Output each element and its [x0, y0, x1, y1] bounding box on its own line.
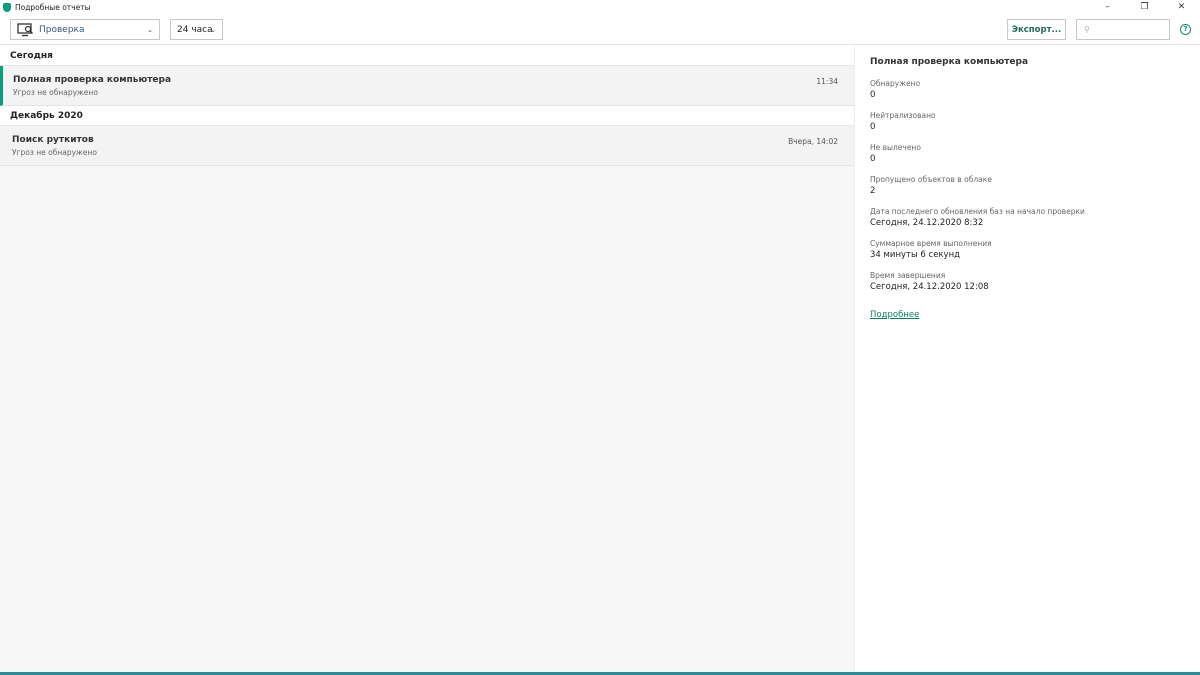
- details-title: Полная проверка компьютера: [870, 57, 1029, 67]
- field-value: 0: [870, 122, 876, 132]
- detail-field: Суммарное время выполнения 34 минуты 6 се…: [870, 238, 1190, 261]
- report-type-dropdown[interactable]: Проверка ⌄: [10, 19, 160, 40]
- app-shield-icon: [3, 2, 11, 12]
- search-input[interactable]: ⚲: [1076, 19, 1170, 40]
- field-value: Сегодня, 24.12.2020 12:08: [870, 282, 989, 292]
- group-header: Сегодня: [0, 46, 854, 66]
- list-item[interactable]: Полная проверка компьютера Угроз не обна…: [0, 66, 854, 106]
- field-label: Дата последнего обновления баз на начало…: [870, 207, 1085, 216]
- help-icon[interactable]: ?: [1180, 24, 1191, 35]
- field-label: Нейтрализовано: [870, 111, 936, 120]
- detail-field: Не вылечено 0: [870, 142, 1190, 165]
- minimize-button[interactable]: –: [1089, 0, 1126, 14]
- detail-field: Время завершения Сегодня, 24.12.2020 12:0…: [870, 270, 1190, 293]
- monitor-scan-icon: [17, 22, 33, 36]
- details-panel: Полная проверка компьютера Обнаружено 0 Н…: [870, 57, 1190, 321]
- item-time: 11:34: [816, 77, 838, 86]
- reports-list: Сегодня Полная проверка компьютера Угроз…: [0, 46, 855, 672]
- more-details-link[interactable]: Подробнее: [870, 310, 919, 320]
- detail-field: Дата последнего обновления баз на начало…: [870, 206, 1190, 229]
- field-value: 0: [870, 90, 876, 100]
- detail-field: Обнаружено 0: [870, 78, 1190, 101]
- item-title: Поиск руткитов: [12, 135, 94, 145]
- list-item[interactable]: Поиск руткитов Угроз не обнаружено Вчера…: [0, 126, 854, 166]
- field-label: Не вылечено: [870, 143, 921, 152]
- item-time: Вчера, 14:02: [788, 137, 838, 146]
- item-subtitle: Угроз не обнаружено: [13, 88, 98, 97]
- detail-field: Нейтрализовано 0: [870, 110, 1190, 133]
- field-value: Сегодня, 24.12.2020 8:32: [870, 218, 984, 228]
- chevron-down-icon: ⌄: [147, 25, 153, 34]
- field-label: Суммарное время выполнения: [870, 239, 992, 248]
- close-button[interactable]: ✕: [1163, 0, 1200, 14]
- item-title: Полная проверка компьютера: [13, 75, 172, 85]
- title-bar: Подробные отчеты – ❐ ✕: [0, 0, 1200, 14]
- export-button[interactable]: Экспорт...: [1007, 19, 1066, 40]
- toolbar: Проверка ⌄ 24 часа ⌄ Экспорт... ⚲ ?: [0, 14, 1200, 45]
- report-type-value: Проверка: [39, 24, 85, 35]
- group-header: Декабрь 2020: [0, 106, 854, 126]
- field-label: Пропущено объектов в облаке: [870, 175, 992, 184]
- field-value: 2: [870, 186, 876, 196]
- restore-button[interactable]: ❐: [1126, 0, 1163, 14]
- detail-field: Пропущено объектов в облаке 2: [870, 174, 1190, 197]
- field-value: 34 минуты 6 секунд: [870, 250, 961, 260]
- field-value: 0: [870, 154, 876, 164]
- period-dropdown[interactable]: 24 часа ⌄: [170, 19, 223, 40]
- item-subtitle: Угроз не обнаружено: [12, 148, 97, 157]
- field-label: Обнаружено: [870, 79, 921, 88]
- search-icon: ⚲: [1084, 25, 1090, 34]
- period-value: 24 часа: [177, 24, 213, 35]
- window-title: Подробные отчеты: [15, 2, 91, 12]
- chevron-down-icon: ⌄: [210, 25, 216, 34]
- field-label: Время завершения: [870, 271, 946, 280]
